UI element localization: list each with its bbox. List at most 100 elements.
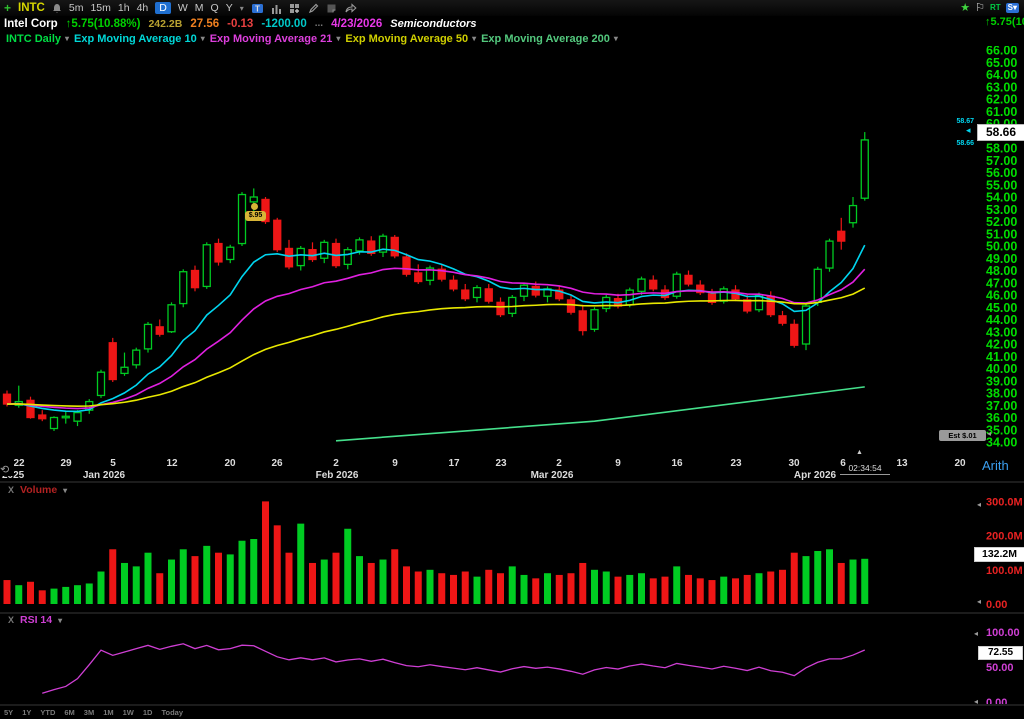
- draw-pencil-icon[interactable]: [308, 3, 319, 14]
- trading-app: + INTC 5m15m1h4hDWMQY ▾ T ★ ⚐ RT S▾: [0, 0, 1024, 719]
- favorite-star-icon[interactable]: ★: [960, 1, 970, 14]
- flag-icon[interactable]: ⚐: [975, 1, 985, 14]
- chip-label: Exp Moving Average 10: [74, 33, 197, 45]
- volume-bar: [121, 563, 128, 604]
- candle: [650, 275, 657, 291]
- refresh-icon[interactable]: ⟲: [0, 463, 14, 476]
- volume-bar: [861, 559, 868, 604]
- timeframe-Y[interactable]: Y: [226, 2, 233, 14]
- axis-marker-icon: ◂: [977, 500, 981, 509]
- price-axis-label: 41.00: [986, 350, 1017, 364]
- range-button-1w[interactable]: 1W: [123, 708, 134, 717]
- indicator-chip-2[interactable]: Exp Moving Average 50▾: [345, 33, 476, 45]
- series-chip[interactable]: INTC Daily▾: [6, 33, 69, 45]
- date-tick: 23: [495, 458, 506, 469]
- quote-extra-value: -1200.00: [261, 18, 306, 30]
- chart-type-icon[interactable]: T: [251, 3, 264, 14]
- range-button-5y[interactable]: 5Y: [4, 708, 13, 717]
- current-volume-tag: 132.2M: [974, 547, 1024, 562]
- symbol-label[interactable]: INTC: [18, 2, 45, 14]
- chevron-down-icon[interactable]: ▾: [472, 34, 476, 43]
- earnings-event-icon[interactable]: [251, 203, 258, 210]
- range-button-1y[interactable]: 1Y: [22, 708, 31, 717]
- chevron-down-icon[interactable]: ▾: [201, 34, 205, 43]
- chip-label: Exp Moving Average 200: [481, 33, 610, 45]
- timeframe-Q[interactable]: Q: [211, 2, 219, 14]
- price-axis-label: 48.00: [986, 264, 1017, 278]
- indicator-chip-1[interactable]: Exp Moving Average 21▾: [210, 33, 341, 45]
- notes-icon[interactable]: [326, 3, 337, 14]
- volume-caret-icon[interactable]: ▾: [63, 486, 67, 495]
- timeframe-W[interactable]: W: [178, 2, 188, 14]
- volume-bar: [156, 573, 163, 604]
- chevron-down-icon[interactable]: ▾: [614, 34, 618, 43]
- volume-bar: [51, 589, 58, 604]
- rsi-chart-canvas[interactable]: 100.0050.000.00: [0, 624, 1024, 704]
- candle: [121, 353, 128, 376]
- volume-bar: [62, 587, 69, 604]
- timeframe-1h[interactable]: 1h: [118, 2, 130, 14]
- sector-label[interactable]: Semiconductors: [390, 18, 476, 30]
- volume-bar: [814, 551, 821, 604]
- candle: [685, 271, 692, 287]
- layout-grid-icon[interactable]: [289, 3, 301, 14]
- timeframe-4h[interactable]: 4h: [137, 2, 149, 14]
- month-label: Apr 2026: [794, 470, 836, 481]
- price-chart-canvas[interactable]: 34.0035.0036.0037.0038.0039.0040.0041.00…: [0, 46, 1024, 480]
- volume-axis-label: 200.0M: [986, 531, 1023, 543]
- indicator-chip-3[interactable]: Exp Moving Average 200 ▾: [481, 33, 618, 45]
- range-button-1d[interactable]: 1D: [143, 708, 153, 717]
- price-axis-label: 52.00: [986, 215, 1017, 229]
- price-axis-label: 53.00: [986, 203, 1017, 217]
- volume-bar: [168, 560, 175, 604]
- range-button-today[interactable]: Today: [161, 708, 183, 717]
- price-axis-label: 44.00: [986, 313, 1017, 327]
- range-button-6m[interactable]: 6M: [64, 708, 74, 717]
- price-axis-label: 62.00: [986, 93, 1017, 107]
- alert-bell-icon[interactable]: [52, 3, 62, 14]
- volume-bar: [133, 566, 140, 604]
- chevron-down-icon[interactable]: ▾: [65, 34, 69, 43]
- volume-bar: [415, 572, 422, 604]
- volume-title[interactable]: Volume: [20, 484, 57, 496]
- add-symbol-icon[interactable]: +: [4, 1, 11, 15]
- candle: [380, 234, 387, 257]
- timeframe-caret-icon[interactable]: ▾: [240, 4, 244, 13]
- scale-mode-label[interactable]: Arith: [982, 458, 1009, 473]
- chevron-down-icon[interactable]: ▾: [336, 34, 340, 43]
- current-rsi-tag: 72.55: [978, 646, 1023, 660]
- timeframe-M[interactable]: M: [195, 2, 204, 14]
- candle: [579, 305, 586, 336]
- volume-chart-canvas[interactable]: 300.0M200.0M100.0M0.00: [0, 496, 1024, 612]
- volume-bar: [568, 573, 575, 604]
- date-tick: 9: [615, 458, 621, 469]
- earnings-eps-badge[interactable]: $.95: [245, 211, 266, 221]
- timeframe-15m[interactable]: 15m: [90, 2, 110, 14]
- candle: [321, 240, 328, 263]
- date-tick: 20: [954, 458, 965, 469]
- market-cap: 242.2B: [148, 18, 182, 30]
- range-button-1m[interactable]: 1M: [103, 708, 113, 717]
- share-icon[interactable]: [344, 3, 357, 14]
- month-label: Feb 2026: [316, 470, 359, 481]
- right-change-fragment: ↑5.75(10.88%): [985, 16, 1024, 30]
- timeframe-D[interactable]: D: [155, 2, 171, 14]
- volume-bar: [215, 553, 222, 604]
- volume-bar: [744, 575, 751, 604]
- indicator-chip-0[interactable]: Exp Moving Average 10 ▾: [74, 33, 205, 45]
- date-tick: 22: [13, 458, 24, 469]
- price-axis-label: 55.00: [986, 178, 1017, 192]
- candle: [98, 370, 105, 398]
- volume-bar: [638, 573, 645, 604]
- stream-badge[interactable]: S▾: [1006, 3, 1019, 13]
- timeframe-5m[interactable]: 5m: [69, 2, 84, 14]
- volume-close-button[interactable]: X: [8, 485, 14, 495]
- candle: [556, 285, 563, 301]
- range-button-ytd[interactable]: YTD: [40, 708, 55, 717]
- candle: [274, 218, 281, 252]
- range-button-3m[interactable]: 3M: [84, 708, 94, 717]
- indicators-icon[interactable]: [271, 3, 282, 14]
- price-axis-label: 64.00: [986, 68, 1017, 82]
- bar-countdown-timer: 02:34:54: [840, 463, 890, 475]
- volume-bar: [391, 549, 398, 604]
